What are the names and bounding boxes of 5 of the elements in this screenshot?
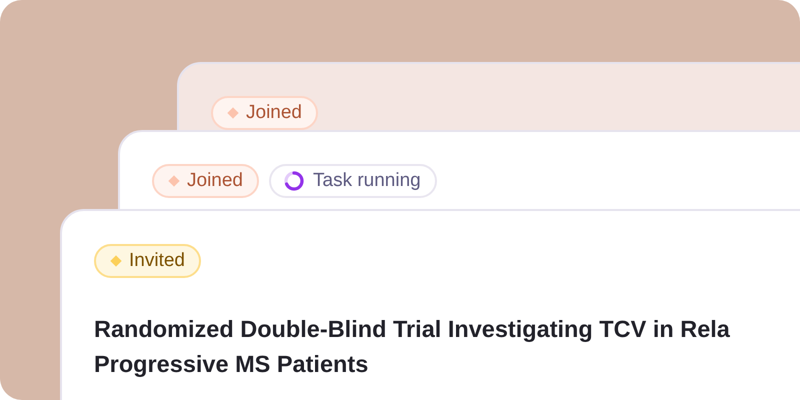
- badge-label: Invited: [129, 250, 185, 272]
- card-title: Randomized Double-Blind Trial Investigating TCV in Rela Progressive MS Patients: [94, 315, 731, 379]
- badge-label: Joined: [246, 102, 302, 124]
- badge-label: Joined: [187, 170, 243, 192]
- badge-label: Task running: [313, 170, 421, 192]
